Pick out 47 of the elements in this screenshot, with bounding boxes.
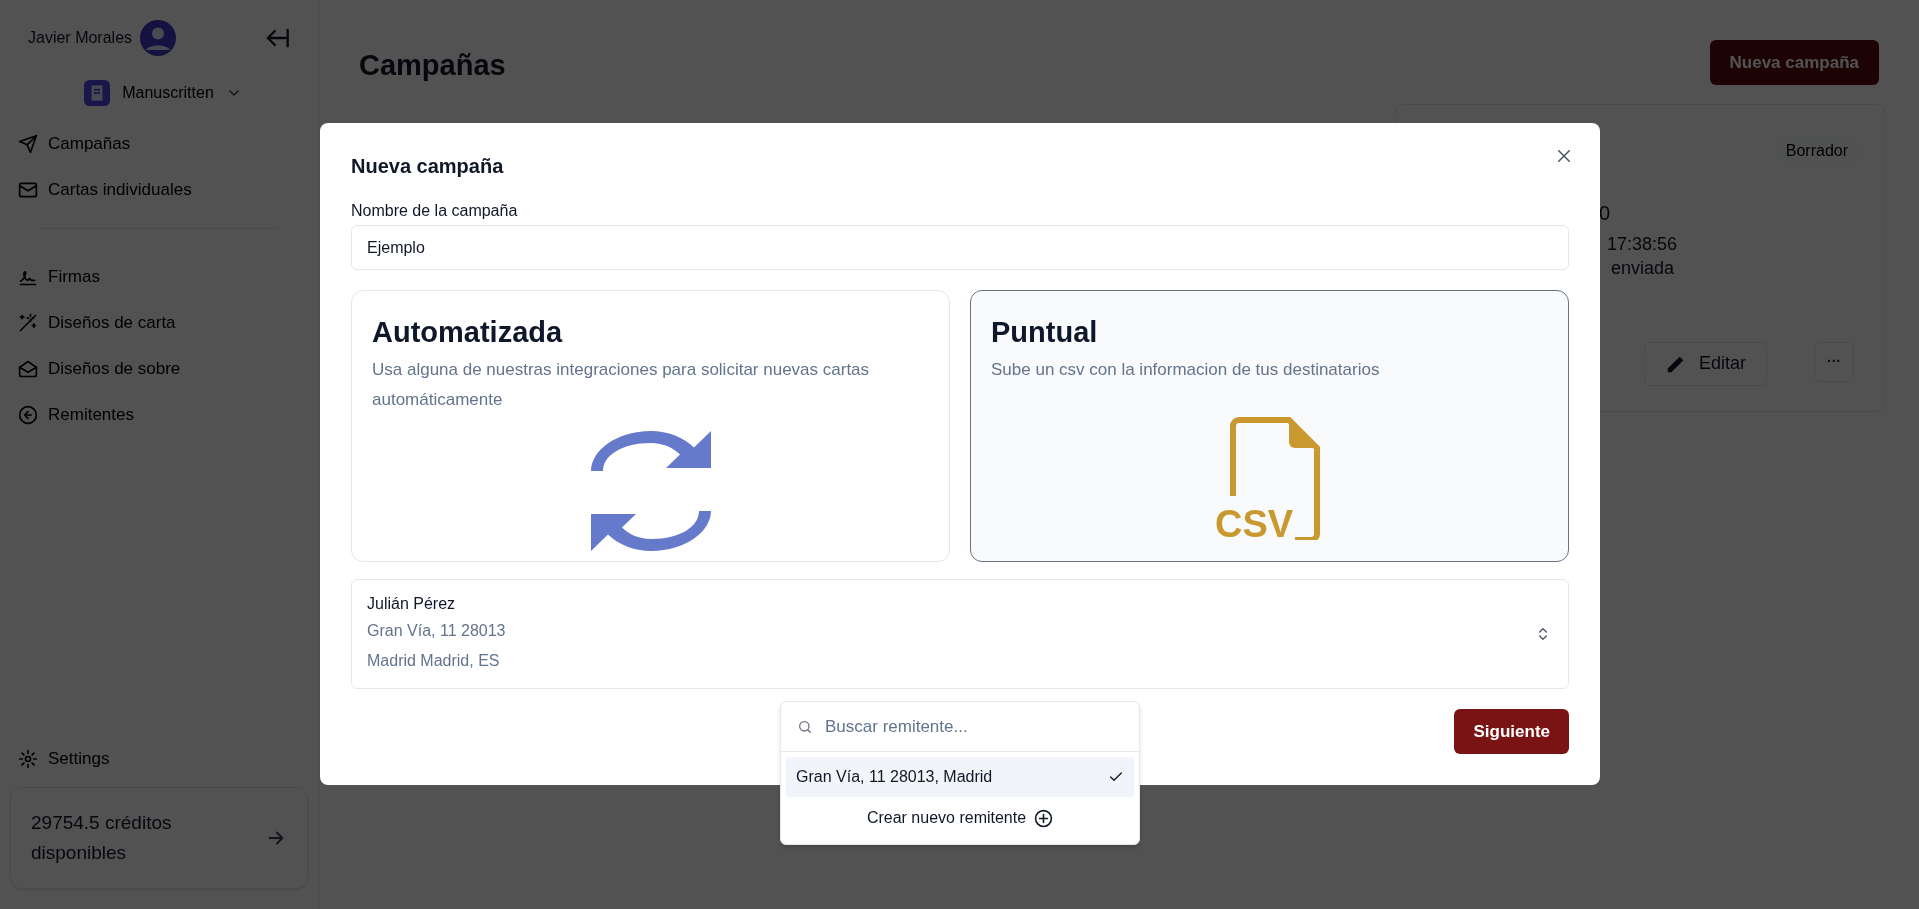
sender-select[interactable]: Julián Pérez Gran Vía, 11 28013 Madrid Madrid, ES	[351, 579, 1569, 689]
nav-item[interactable]: Diseños de carta	[18, 305, 300, 341]
option-description: Usa alguna de nuestras integraciones para solicitar nuevas cartas automáticamente	[372, 358, 871, 411]
dropdown-option[interactable]: Gran Vía, 11 28013, Madrid	[786, 757, 1134, 797]
send-icon	[18, 134, 38, 154]
nav-item[interactable]: Remitentes	[18, 397, 300, 433]
option-title: Puntual	[991, 315, 1099, 350]
campaign-name-field[interactable]: Ejemplo	[351, 225, 1569, 270]
search-field[interactable]: Buscar remitente...	[825, 713, 1123, 740]
nav-item[interactable]: Campañas	[18, 126, 300, 162]
user-name: Javier Morales	[28, 28, 133, 48]
sender-address: Gran Vía, 11 28013	[367, 621, 506, 641]
card-text: 17:38:56	[1607, 232, 1678, 256]
settings-link[interactable]: Settings	[18, 741, 300, 777]
option-title: Automatizada	[372, 315, 564, 350]
option-card[interactable]: Automatizada Usa alguna de nuestras integraciones para solicitar nuevas cartas automáticamente	[351, 290, 950, 562]
avatar-icon	[140, 20, 177, 56]
card-text: enviada	[1611, 256, 1675, 280]
edit-button[interactable]: Editar	[1643, 341, 1767, 386]
envelope-icon	[18, 359, 38, 379]
sender-name: Julián Pérez	[367, 594, 457, 614]
magic-wand-icon	[18, 313, 38, 333]
search-icon	[797, 718, 813, 735]
dialog-title: Nueva campaña	[351, 154, 504, 179]
settings-icon	[18, 749, 38, 769]
sender-address: Madrid Madrid, ES	[367, 651, 501, 671]
field-label: Nombre de la campaña	[351, 201, 519, 221]
nav-item[interactable]: Firmas	[18, 259, 300, 295]
building-icon	[84, 80, 111, 106]
card-text: 0	[1599, 200, 1611, 226]
close-icon	[1555, 147, 1573, 165]
more-button[interactable]: ···	[1814, 341, 1854, 382]
arrow-left-circle-icon	[18, 405, 38, 425]
credits-card[interactable]: 29754.5 créditos disponibles	[10, 787, 308, 889]
nav-item[interactable]: Cartas individuales	[18, 172, 300, 208]
next-button[interactable]: Siguiente	[1454, 709, 1569, 754]
mail-icon	[18, 180, 38, 200]
plus-circle-icon	[1034, 808, 1054, 828]
create-sender-button[interactable]: Crear nuevo remitente	[786, 797, 1134, 839]
credits-text: 29754.5 créditos disponibles	[31, 811, 173, 865]
new-campaign-button[interactable]: Nueva campaña	[1709, 40, 1879, 86]
option-card[interactable]: Puntual Sube un csv con la informacion de tus destinatarios CSV	[970, 290, 1569, 562]
nav-item[interactable]: Diseños de sobre	[18, 351, 300, 387]
option-description: Sube un csv con la informacion de tus destinatarios	[991, 358, 1381, 381]
organization-select[interactable]: Manuscritten	[84, 80, 242, 106]
page-title: Campañas	[359, 48, 506, 83]
organization-name: Manuscritten	[122, 83, 214, 103]
